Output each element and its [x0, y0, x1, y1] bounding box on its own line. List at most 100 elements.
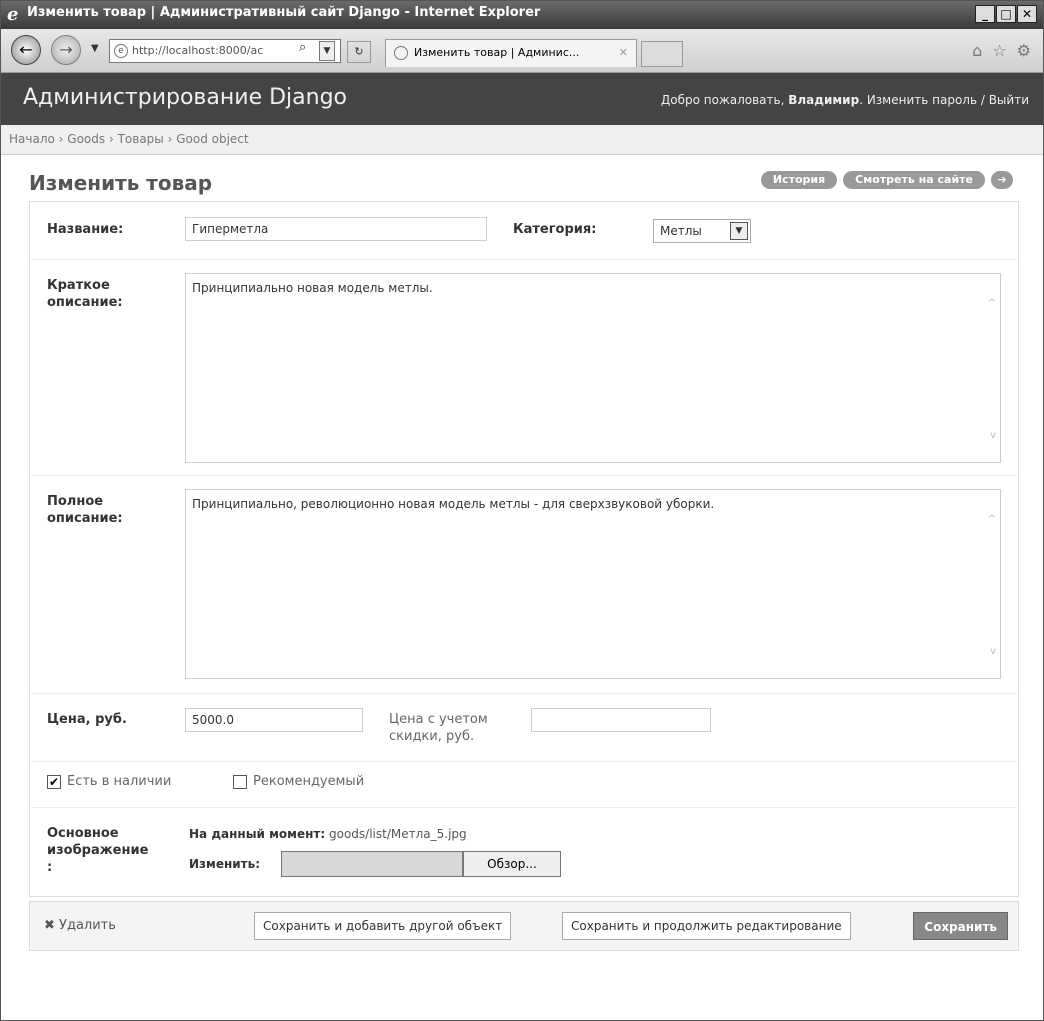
price-input[interactable]: 5000.0 — [185, 708, 363, 732]
full-description-text: Принципиально, революционно новая модель… — [192, 497, 715, 511]
browse-button[interactable]: Обзор... — [463, 851, 561, 877]
discount-price-label-line1: Цена с учетом — [389, 712, 488, 727]
discount-price-input[interactable] — [531, 708, 711, 732]
ie-logo-icon: e — [7, 4, 19, 25]
name-input[interactable]: Гиперметла — [185, 217, 487, 241]
short-description-label-line1: Краткое — [47, 278, 110, 293]
home-icon[interactable]: ⌂ — [972, 41, 982, 60]
save-add-another-button[interactable]: Сохранить и добавить другой объект — [254, 912, 512, 940]
category-label: Категория: — [513, 222, 597, 237]
welcome-text: Добро пожаловать, — [660, 93, 789, 107]
tab-title: Изменить товар | Админис... — [414, 46, 580, 59]
breadcrumb-object: Good object — [176, 132, 249, 146]
history-button[interactable]: История — [760, 171, 838, 189]
full-description-textarea[interactable]: Принципиально, революционно новая модель… — [185, 489, 1001, 679]
short-description-label: Краткое описание: — [47, 277, 123, 311]
breadcrumb-model[interactable]: Товары — [118, 132, 164, 146]
page-icon: e — [114, 44, 128, 58]
row-divider — [31, 761, 1017, 762]
page-title: Изменить товар — [29, 171, 213, 195]
short-description-textarea[interactable]: Принципиально новая модель метлы. ^ v — [185, 273, 1001, 463]
row-divider — [31, 259, 1017, 260]
change-image-label-text: Изменить: — [189, 857, 261, 871]
arrow-right-icon[interactable]: ➔ — [991, 171, 1013, 189]
breadcrumb-home[interactable]: Начало — [9, 132, 55, 146]
scroll-down-icon[interactable]: v — [990, 428, 996, 444]
image-label-line2: изображение — [47, 843, 149, 858]
file-path-input[interactable] — [281, 851, 463, 877]
view-on-site-button[interactable]: Смотреть на сайте — [843, 171, 985, 189]
in-stock-label: Есть в наличии — [67, 774, 172, 789]
browser-tab[interactable]: Изменить товар | Админис... ✕ — [385, 39, 637, 67]
scroll-up-icon[interactable]: ^ — [988, 296, 996, 312]
tab-close-icon[interactable]: ✕ — [619, 40, 628, 66]
current-image-link[interactable]: goods/list/Метла_5.jpg — [329, 827, 467, 841]
back-button[interactable]: ← — [11, 35, 41, 65]
forward-arrow-icon: → — [59, 40, 73, 59]
minimize-button[interactable]: _ — [975, 5, 995, 23]
user-tools: Добро пожаловать, Владимир. Изменить пар… — [661, 93, 1029, 107]
image-label-line3: : — [47, 860, 53, 875]
current-image-label: На данный момент: — [189, 827, 326, 841]
window-controls: _ □ ✕ — [975, 5, 1037, 23]
address-dropdown-icon[interactable]: ▼ — [319, 41, 335, 61]
search-icon[interactable]: ⌕ — [299, 40, 306, 55]
object-tools: История Смотреть на сайте ➔ — [760, 171, 1013, 189]
back-arrow-icon: ← — [19, 40, 33, 59]
change-password-link[interactable]: . Изменить пароль — [859, 93, 977, 107]
scroll-down-icon[interactable]: v — [990, 644, 996, 660]
forward-button[interactable]: → — [51, 35, 81, 65]
window-title: Изменить товар | Административный сайт D… — [27, 5, 541, 20]
breadcrumb-separator: › — [105, 132, 118, 146]
in-stock-checkbox[interactable]: ✔ — [47, 775, 61, 789]
delete-link[interactable]: ✖ Удалить — [44, 918, 116, 933]
change-image-label: Изменить: — [189, 857, 260, 871]
short-description-label-line2: описание: — [47, 295, 123, 310]
discount-price-label: Цена с учетом скидки, руб. — [389, 711, 488, 745]
breadcrumb: Начало › Goods › Товары › Good object — [1, 125, 1043, 155]
close-button[interactable]: ✕ — [1017, 5, 1037, 23]
breadcrumb-separator: › — [163, 132, 177, 146]
maximize-button[interactable]: □ — [996, 5, 1016, 23]
scroll-up-icon[interactable]: ^ — [988, 512, 996, 528]
refresh-button[interactable]: ↻ — [347, 41, 371, 63]
delete-icon: ✖ — [44, 918, 55, 933]
full-description-label-line2: описание: — [47, 511, 123, 526]
tools-icon[interactable]: ⚙ — [1017, 41, 1031, 60]
breadcrumb-separator: › — [54, 132, 68, 146]
browser-window: e Изменить товар | Административный сайт… — [0, 0, 1044, 1021]
row-divider — [31, 693, 1017, 694]
name-label: Название: — [47, 222, 124, 237]
history-dropdown-icon[interactable]: ▼ — [91, 43, 99, 54]
full-description-label: Полное описание: — [47, 493, 123, 527]
tab-page-icon — [394, 46, 408, 60]
admin-header: Администрирование Django Добро пожаловат… — [1, 73, 1043, 125]
category-select[interactable]: Метлы ▼ — [653, 219, 751, 243]
row-divider — [31, 807, 1017, 808]
price-label: Цена, руб. — [47, 712, 127, 727]
featured-checkbox[interactable] — [233, 775, 247, 789]
browser-toolbar: ← → ▼ e http://localhost:8000/ac ⌕ ▼ ↻ И… — [1, 29, 1043, 73]
image-label: Основное изображение : — [47, 825, 148, 876]
save-continue-button[interactable]: Сохранить и продолжить редактирование — [562, 912, 851, 940]
title-bar: e Изменить товар | Административный сайт… — [1, 1, 1043, 29]
favorites-icon[interactable]: ☆ — [992, 41, 1006, 60]
breadcrumb-app[interactable]: Goods — [67, 132, 105, 146]
toolbar-icons: ⌂ ☆ ⚙ — [972, 41, 1031, 60]
delete-label: Удалить — [59, 918, 116, 933]
discount-price-label-line2: скидки, руб. — [389, 729, 475, 744]
chevron-down-icon: ▼ — [730, 222, 748, 240]
logout-link[interactable]: Выйти — [989, 93, 1029, 107]
save-button[interactable]: Сохранить — [913, 912, 1008, 940]
featured-label: Рекомендуемый — [253, 774, 365, 789]
full-description-label-line1: Полное — [47, 494, 104, 509]
site-name[interactable]: Администрирование Django — [23, 85, 347, 110]
new-tab-button[interactable] — [641, 41, 683, 67]
row-divider — [31, 475, 1017, 476]
image-label-line1: Основное — [47, 826, 119, 841]
address-text: http://localhost:8000/ac — [132, 44, 264, 57]
user-tools-separator: / — [977, 93, 989, 107]
username: Владимир — [788, 93, 860, 107]
current-image-row: На данный момент: goods/list/Метла_5.jpg — [189, 827, 467, 841]
submit-row: ✖ Удалить Сохранить и добавить другой об… — [29, 901, 1019, 951]
